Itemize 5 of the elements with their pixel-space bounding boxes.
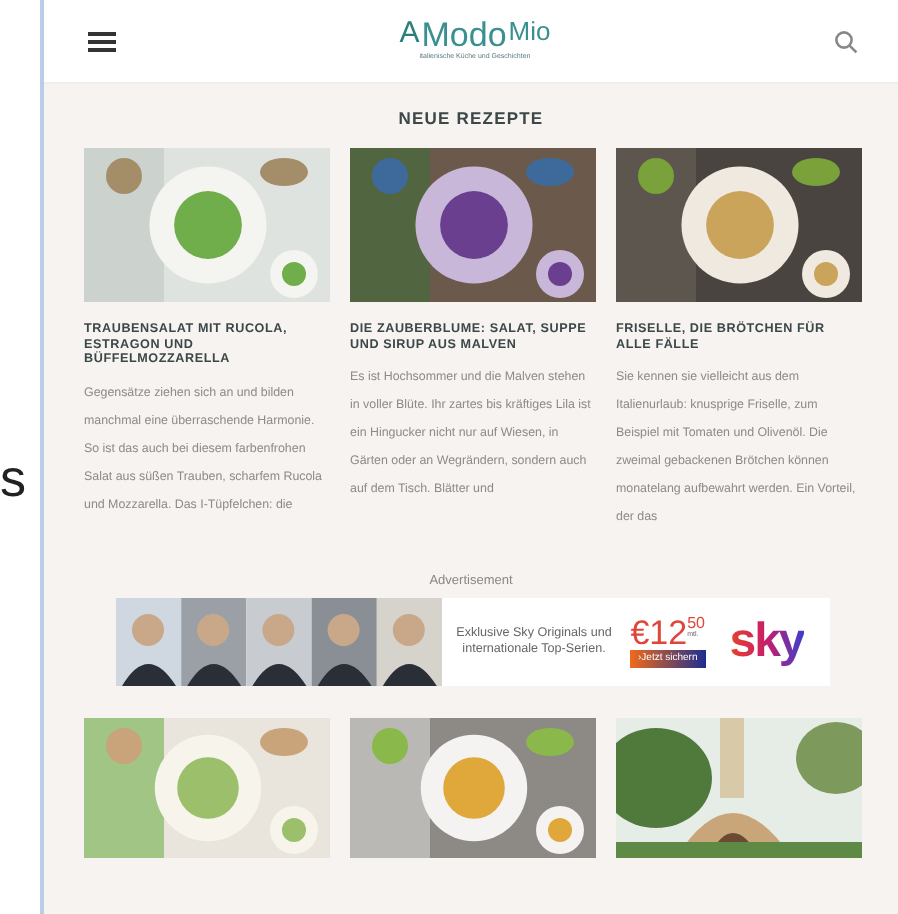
search-icon[interactable] [834,29,858,53]
ad-brand-logo: sky [729,616,804,669]
slide-text: s [0,451,26,503]
menu-icon[interactable] [88,31,116,51]
section-title: NEUE REZEPTE [396,106,546,132]
